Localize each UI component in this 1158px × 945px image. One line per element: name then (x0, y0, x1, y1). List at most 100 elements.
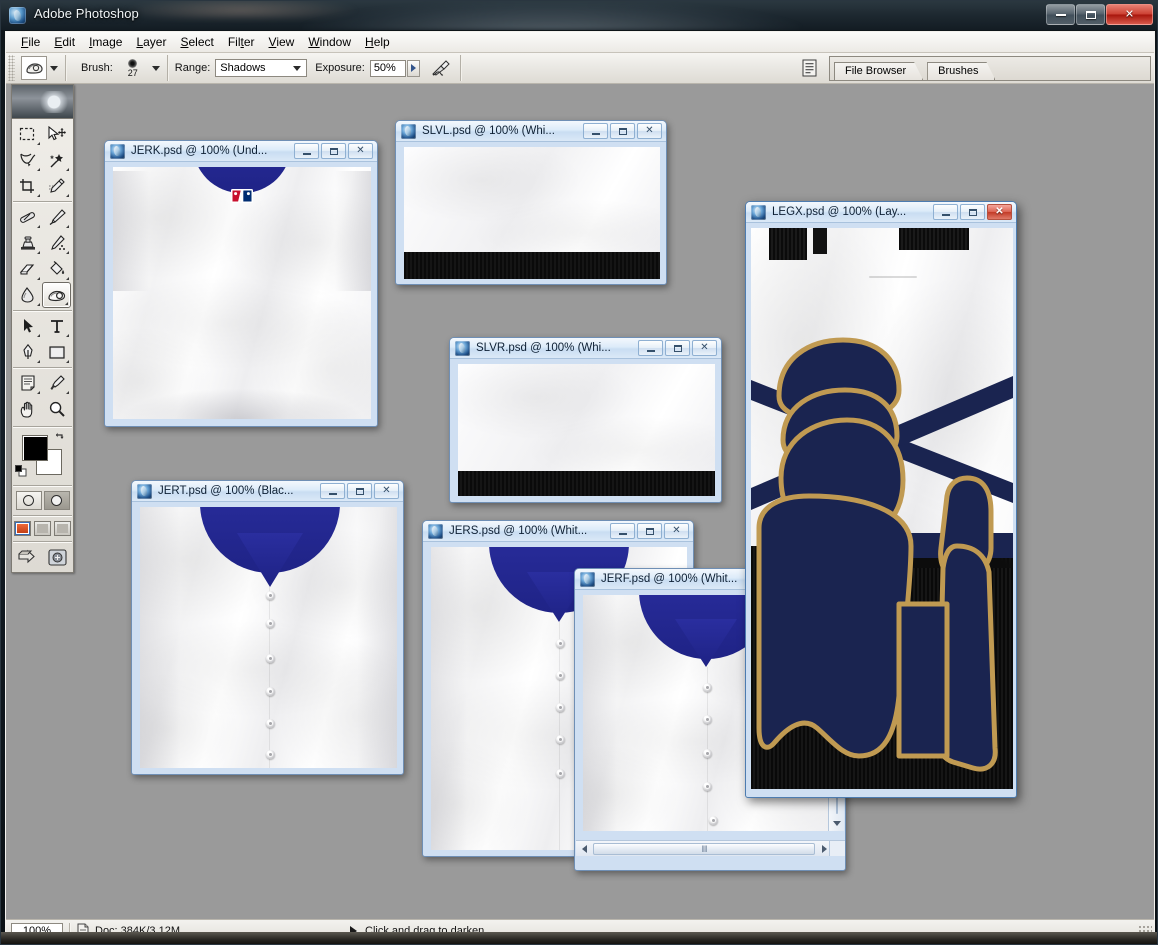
document-minimize-button[interactable] (638, 340, 663, 356)
type-flyout-arrow-icon (66, 331, 69, 337)
paint-bucket-tool[interactable] (42, 256, 71, 282)
tool-preset-picker[interactable] (21, 56, 58, 80)
brush-tool[interactable] (42, 204, 71, 230)
document-window-jerk[interactable]: JERK.psd @ 100% (Und... ✕ (104, 140, 378, 427)
notes-tool[interactable] (13, 370, 42, 396)
menu-view[interactable]: View (262, 33, 302, 51)
document-close-button[interactable]: ✕ (348, 143, 373, 159)
brush-preview[interactable]: 27 (118, 55, 148, 81)
maximize-button[interactable] (1076, 4, 1105, 25)
menu-filter[interactable]: Filter (221, 33, 262, 51)
swap-colors-icon[interactable] (53, 431, 66, 444)
document-minimize-button[interactable] (320, 483, 345, 499)
document-minimize-button[interactable] (610, 523, 635, 539)
fullscreen-with-menubar-icon[interactable] (34, 521, 51, 536)
exposure-slider-button[interactable] (406, 59, 420, 77)
document-canvas-slvl[interactable] (404, 147, 660, 279)
clone-stamp-tool[interactable] (13, 230, 42, 256)
menu-layer[interactable]: Layer (129, 33, 173, 51)
imageready-icon[interactable] (47, 548, 69, 567)
document-window-jert[interactable]: JERT.psd @ 100% (Blac... ✕ (131, 480, 404, 775)
document-maximize-button[interactable] (347, 483, 372, 499)
foreground-color-swatch[interactable] (22, 435, 48, 461)
magic-wand-tool[interactable] (42, 147, 71, 173)
lasso-tool[interactable] (13, 147, 42, 173)
horizontal-scrollbar[interactable]: ‖‖ (576, 840, 832, 856)
document-maximize-button[interactable] (665, 340, 690, 356)
document-close-button[interactable]: ✕ (664, 523, 689, 539)
brush-picker-chevron-down-icon[interactable] (151, 65, 160, 71)
document-maximize-button[interactable] (610, 123, 635, 139)
eraser-tool[interactable] (13, 256, 42, 282)
document-minimize-button[interactable] (294, 143, 319, 159)
standard-screen-icon[interactable] (14, 521, 31, 536)
crop-tool[interactable] (13, 173, 42, 199)
palette-tab-brushes[interactable]: Brushes (927, 62, 995, 80)
document-canvas-legx[interactable] (751, 228, 1013, 789)
type-tool[interactable] (42, 313, 71, 339)
toolbox-divider-2 (13, 310, 72, 311)
document-maximize-button[interactable] (321, 143, 346, 159)
move-tool[interactable] (42, 121, 71, 147)
jump-to-imageready-icon[interactable] (17, 548, 43, 567)
eyedropper-tool[interactable] (42, 370, 71, 396)
pen-tool[interactable] (13, 339, 42, 365)
menu-help[interactable]: Help (358, 33, 397, 51)
minimize-button[interactable] (1046, 4, 1075, 25)
shape-tool[interactable] (42, 339, 71, 365)
airbrush-toggle-button[interactable] (429, 56, 455, 80)
marquee-tool[interactable] (13, 121, 42, 147)
range-select[interactable]: Shadows (215, 59, 308, 77)
toolbox-header-banner[interactable] (12, 85, 73, 119)
horizontal-scroll-thumb[interactable]: ‖‖ (593, 842, 815, 855)
document-titlebar[interactable]: SLVR.psd @ 100% (Whi... ✕ (450, 338, 721, 359)
clone-stamp-flyout-arrow-icon (37, 248, 40, 254)
document-titlebar[interactable]: SLVL.psd @ 100% (Whi... ✕ (396, 121, 666, 142)
document-window-slvl[interactable]: SLVL.psd @ 100% (Whi... ✕ (395, 120, 667, 285)
file-browser-icon[interactable] (799, 57, 821, 79)
document-close-button[interactable]: ✕ (374, 483, 399, 499)
menu-edit[interactable]: Edit (47, 33, 82, 51)
slice-tool[interactable] (42, 173, 71, 199)
standard-mode-icon[interactable] (15, 491, 42, 510)
document-titlebar[interactable]: LEGX.psd @ 100% (Lay... ✕ (746, 202, 1016, 223)
document-minimize-button[interactable] (583, 123, 608, 139)
document-canvas-slvr[interactable] (458, 364, 715, 496)
scroll-left-icon[interactable] (576, 841, 592, 857)
exposure-input[interactable]: 50% (369, 59, 406, 77)
document-window-legx[interactable]: LEGX.psd @ 100% (Lay... ✕ (745, 201, 1017, 798)
document-maximize-button[interactable] (960, 204, 985, 220)
scroll-down-icon[interactable] (829, 815, 845, 831)
path-selection-tool[interactable] (13, 313, 42, 339)
document-close-button[interactable]: ✕ (987, 204, 1012, 220)
close-button[interactable]: ✕ (1106, 4, 1153, 25)
tool-preset-chevron-down-icon[interactable] (50, 65, 58, 71)
document-close-button[interactable]: ✕ (692, 340, 717, 356)
document-titlebar[interactable]: JERK.psd @ 100% (Und... ✕ (105, 141, 377, 162)
document-canvas-jert[interactable] (140, 507, 397, 768)
zoom-tool[interactable] (42, 396, 71, 422)
menu-window[interactable]: Window (301, 33, 358, 51)
menu-file[interactable]: File (14, 33, 47, 51)
document-close-button[interactable]: ✕ (637, 123, 662, 139)
quick-mask-mode-icon[interactable] (43, 491, 70, 510)
history-brush-tool[interactable] (42, 230, 71, 256)
menu-image[interactable]: Image (82, 33, 129, 51)
menu-select[interactable]: Select (173, 33, 220, 51)
fullscreen-icon[interactable] (54, 521, 71, 536)
burn-tool[interactable] (42, 282, 71, 308)
document-titlebar[interactable]: JERT.psd @ 100% (Blac... ✕ (132, 481, 403, 502)
healing-brush-tool[interactable] (13, 204, 42, 230)
blur-tool[interactable] (13, 282, 42, 308)
document-titlebar[interactable]: JERS.psd @ 100% (Whit... ✕ (423, 521, 693, 542)
application-window: Adobe Photoshop ✕ File Edit Image Layer … (0, 0, 1158, 945)
document-window-slvr[interactable]: SLVR.psd @ 100% (Whi... ✕ (449, 337, 722, 503)
palette-tab-file-browser[interactable]: File Browser (834, 62, 923, 80)
document-canvas-jerk[interactable] (113, 167, 371, 419)
hand-tool[interactable] (13, 396, 42, 422)
document-maximize-button[interactable] (637, 523, 662, 539)
default-colors-icon[interactable] (15, 465, 27, 477)
options-bar-grip[interactable] (8, 55, 15, 81)
document-minimize-button[interactable] (933, 204, 958, 220)
magic-wand-flyout-arrow-icon (66, 165, 69, 171)
